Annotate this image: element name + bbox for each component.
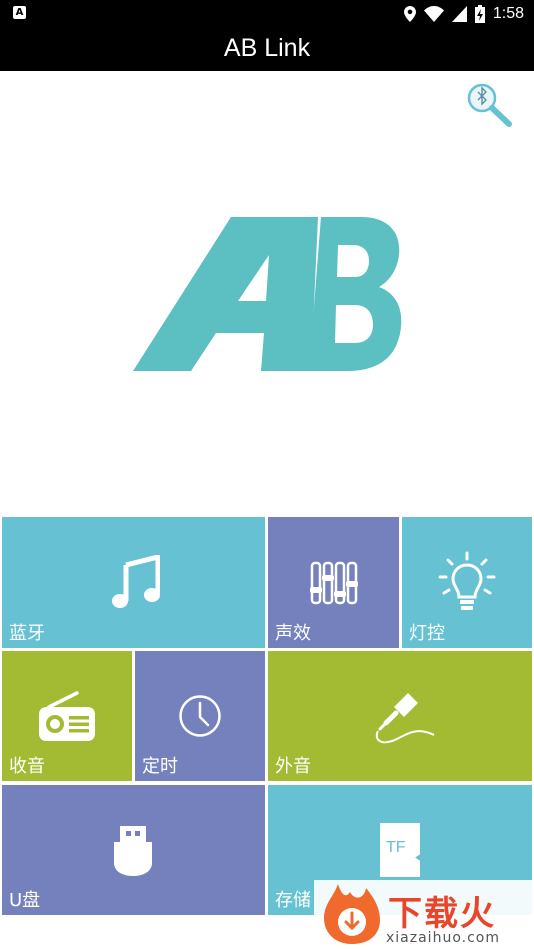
tile-label: U盘: [9, 890, 41, 911]
tile-usb[interactable]: U盘: [2, 785, 265, 915]
tile-label: 存储: [275, 890, 311, 911]
tile-label: 蓝牙: [9, 623, 45, 644]
clock-icon: [179, 695, 221, 737]
app-header: AB Link: [0, 27, 534, 71]
watermark-url: xiazaihuo.com: [386, 930, 500, 946]
tile-radio[interactable]: 收音: [2, 651, 132, 781]
status-icons: 1:58: [403, 3, 524, 25]
tile-sound-effects[interactable]: 声效: [268, 517, 399, 648]
battery-charging-icon: [474, 5, 485, 23]
location-icon: [403, 6, 416, 22]
tile-timer[interactable]: 定时: [135, 651, 265, 781]
tile-bluetooth[interactable]: 蓝牙: [2, 517, 265, 648]
light-bulb-icon: [438, 551, 496, 610]
bluetooth-search-icon: [467, 83, 512, 127]
wifi-icon: [423, 6, 444, 22]
tile-light-control[interactable]: 灯控: [402, 517, 532, 648]
tile-label: 外音: [275, 756, 311, 777]
tile-label: 收音: [9, 756, 45, 777]
equalizer-icon: [310, 561, 358, 605]
app-notification-icon: A: [13, 6, 26, 19]
tile-label: 定时: [142, 756, 178, 777]
signal-icon: [451, 6, 467, 22]
watermark: 下载火 xiazaihuo.com: [314, 880, 534, 950]
ab-logo: [133, 215, 403, 373]
tile-label: 灯控: [409, 623, 445, 644]
radio-icon: [39, 691, 95, 741]
tf-card-icon: TF: [380, 823, 420, 877]
status-bar: A 1:58: [0, 0, 534, 27]
flame-logo-icon: [324, 884, 380, 944]
status-time: 1:58: [492, 5, 524, 22]
page-title: AB Link: [223, 34, 311, 62]
tile-aux[interactable]: 外音: [268, 651, 532, 781]
tf-card-label: TF: [386, 839, 406, 856]
bluetooth-search-button[interactable]: [464, 82, 514, 130]
usb-drive-icon: [114, 826, 152, 876]
music-note-icon: [112, 555, 160, 608]
watermark-text: 下载火: [388, 894, 496, 934]
tile-label: 声效: [275, 623, 311, 644]
ab-logo-graphic: [133, 217, 402, 371]
function-grid: 蓝牙 声效 灯控 收音 定时 外音 U盘 TF 存储: [0, 516, 534, 916]
aux-cable-icon: [375, 693, 435, 744]
